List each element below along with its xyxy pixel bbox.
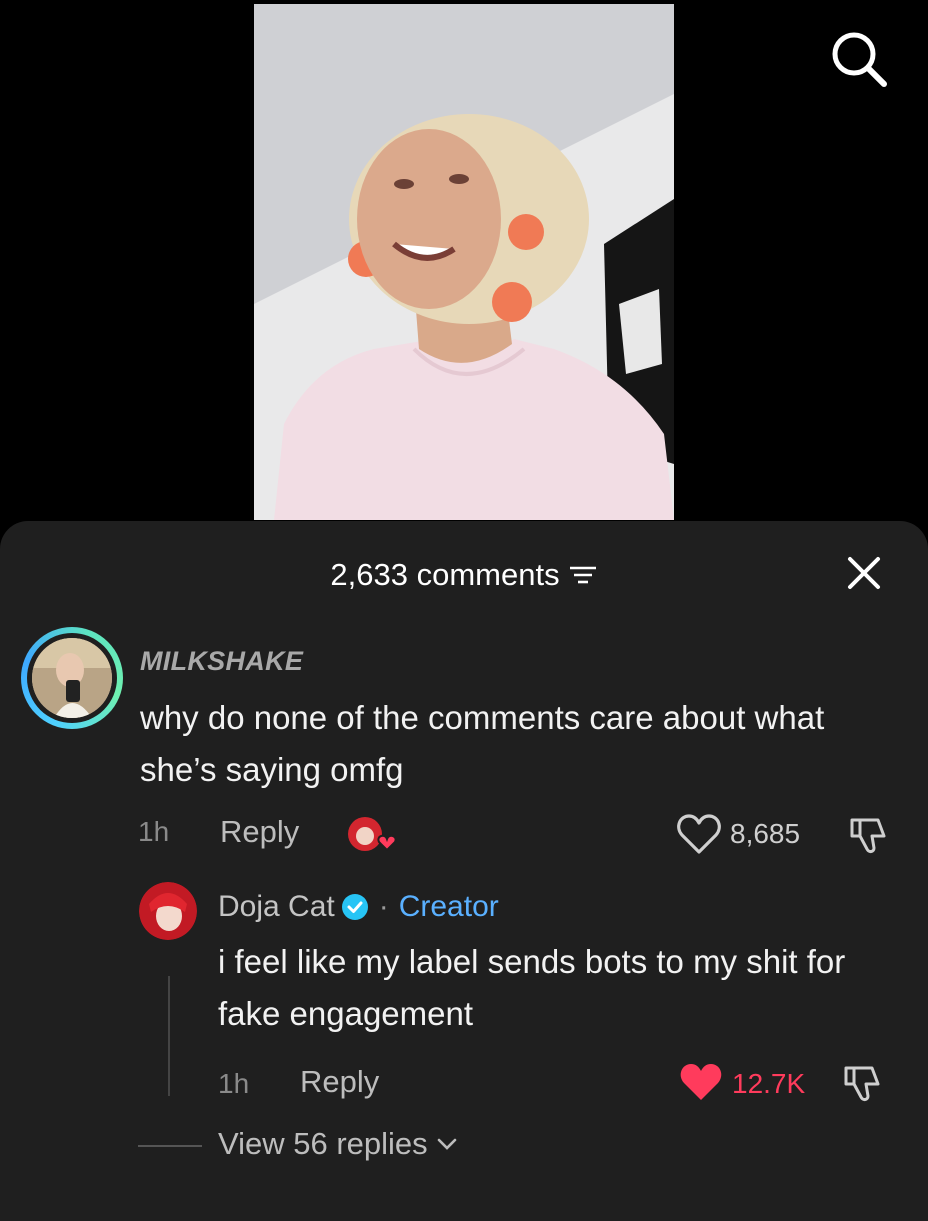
reply-dislike-button[interactable] (840, 1060, 886, 1106)
comments-count-label: 2,633 comments (330, 557, 560, 592)
view-replies-divider (138, 1145, 202, 1147)
separator-dot: · (378, 890, 389, 923)
close-button[interactable] (844, 553, 884, 593)
avatar-image (32, 638, 112, 718)
view-replies-label: View 56 replies (218, 1126, 428, 1161)
reply-like-button[interactable] (676, 1060, 726, 1106)
like-button[interactable] (674, 812, 724, 858)
like-count: 8,685 (730, 818, 801, 849)
reply-text: i feel like my label sends bots to my sh… (218, 943, 846, 1032)
dislike-icon (850, 818, 886, 853)
search-icon (832, 32, 887, 87)
view-replies-button[interactable]: View 56 replies (218, 1126, 458, 1162)
dislike-icon (844, 1066, 880, 1101)
comment-text: why do none of the comments care about w… (140, 699, 825, 788)
heart-filled-icon (680, 1064, 722, 1100)
creator-liked-indicator (345, 812, 397, 858)
comments-sheet: 2,633 comments (0, 521, 928, 1221)
reply-author-name[interactable]: Doja Cat (218, 890, 335, 924)
search-button[interactable] (828, 28, 890, 90)
reply-like-count: 12.7K (732, 1068, 806, 1099)
verified-badge-icon (341, 894, 368, 920)
close-icon (848, 557, 880, 589)
reply-avatar-image (139, 882, 197, 940)
video-frame-illustration (254, 4, 674, 520)
reply-author-row: Doja Cat · Creator (218, 890, 499, 924)
reply-actions: 1h Reply 12.7K (0, 1060, 928, 1106)
reply-button[interactable]: Reply (220, 814, 299, 850)
comments-count-button[interactable]: 2,633 comments (0, 557, 928, 593)
reply-reply-button[interactable]: Reply (300, 1064, 379, 1100)
reply-avatar[interactable] (139, 882, 197, 940)
comment-time: 1h (138, 816, 170, 847)
comments-header: 2,633 comments (0, 553, 928, 593)
comment-actions: 1h Reply 8,685 (0, 812, 928, 858)
creator-liked-icon (348, 817, 397, 852)
dislike-button[interactable] (846, 812, 892, 858)
creator-badge: Creator (398, 890, 499, 923)
avatar[interactable] (21, 627, 123, 729)
video-preview[interactable] (254, 4, 674, 520)
heart-icon (677, 814, 721, 854)
chevron-down-icon (437, 1138, 456, 1150)
comment-username[interactable]: MILKSHAKE (140, 646, 303, 677)
reply-time: 1h (218, 1068, 250, 1099)
filter-icon (569, 566, 596, 584)
